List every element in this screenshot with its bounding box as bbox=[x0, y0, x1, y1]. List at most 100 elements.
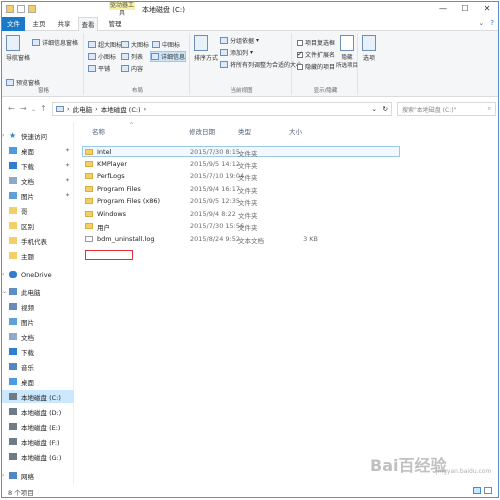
file-row[interactable]: Windows 2015/9/4 8:22 文件夹 bbox=[83, 209, 323, 220]
address-dropdown-icon[interactable]: ⌄ bbox=[372, 105, 377, 113]
properties-icon[interactable] bbox=[17, 5, 25, 13]
refresh-icon[interactable]: ↻ bbox=[383, 105, 388, 113]
computer-icon bbox=[9, 288, 17, 295]
breadcrumb-this-pc[interactable]: 此电脑 bbox=[73, 104, 93, 114]
breadcrumb-drive[interactable]: 本地磁盘 (C:) bbox=[101, 104, 141, 114]
file-row[interactable]: Program Files 2015/9/4 16:17 文件夹 bbox=[83, 184, 323, 195]
column-header-name[interactable]: 名称 bbox=[92, 126, 105, 136]
file-extensions-toggle[interactable]: 文件扩展名 bbox=[297, 50, 335, 59]
forward-arrow-icon[interactable]: → bbox=[20, 104, 27, 113]
nav-pane-icon bbox=[6, 35, 20, 51]
hide-selected-button[interactable]: 隐藏 所选项目 bbox=[336, 35, 358, 69]
group-show-hide-label: 显示/隐藏 bbox=[313, 88, 338, 94]
sidebar-item-quick-6[interactable]: 手机代表 bbox=[2, 234, 74, 247]
sort-by-button[interactable]: 排序方式 bbox=[194, 35, 218, 62]
documents-icon bbox=[9, 177, 17, 184]
layout-large-label: 大图标 bbox=[131, 42, 150, 49]
item-checkboxes-toggle[interactable]: 项目复选框 bbox=[297, 38, 335, 47]
add-columns-button[interactable]: 添加列 ▾ bbox=[220, 48, 253, 57]
file-date: 2015/9/4 8:22 bbox=[190, 209, 236, 218]
sidebar-item-quick-5[interactable]: 区别 bbox=[2, 219, 74, 232]
sidebar-item-pc-8[interactable]: 本地磁盘 (E:) bbox=[2, 420, 74, 433]
new-folder-icon[interactable] bbox=[28, 5, 36, 13]
back-arrow-icon[interactable]: ← bbox=[8, 104, 15, 113]
sidebar-item-quick-3[interactable]: 图片 ✦ bbox=[2, 189, 74, 202]
sidebar-item-quick-2[interactable]: 文档 ✦ bbox=[2, 174, 74, 187]
sidebar-this-pc[interactable]: ⌄ 此电脑 bbox=[2, 285, 74, 298]
sidebar-item-pc-9[interactable]: 本地磁盘 (F:) bbox=[2, 435, 74, 448]
maximize-button[interactable]: ☐ bbox=[454, 2, 476, 15]
large-icons-view-icon[interactable] bbox=[484, 487, 492, 494]
view-switcher bbox=[473, 487, 492, 494]
recent-dropdown-icon[interactable]: ⌄ bbox=[31, 106, 36, 113]
drive-icon bbox=[9, 438, 17, 445]
chevron-down-icon[interactable]: ⌄ bbox=[478, 19, 484, 27]
sidebar-network[interactable]: › 网络 bbox=[2, 469, 74, 482]
sidebar-item-pc-7[interactable]: 本地磁盘 (D:) bbox=[2, 405, 74, 418]
file-row[interactable]: KMPlayer 2015/9/5 14:12 文件夹 bbox=[83, 159, 323, 170]
music-icon bbox=[9, 363, 17, 370]
file-row[interactable]: Program Files (x86) 2015/9/5 12:35 文件夹 bbox=[83, 196, 323, 207]
tab-home[interactable]: 主页 bbox=[28, 17, 50, 31]
close-button[interactable]: ✕ bbox=[476, 2, 498, 15]
file-row[interactable]: 用户 2015/7/30 15:56 文件夹 bbox=[83, 221, 323, 232]
sidebar-item-pc-0[interactable]: 视频 bbox=[2, 300, 74, 313]
sidebar-item-pc-10[interactable]: 本地磁盘 (G:) bbox=[2, 450, 74, 463]
sidebar-onedrive[interactable]: › OneDrive bbox=[2, 268, 74, 281]
search-icon[interactable]: ⌕ bbox=[488, 105, 491, 113]
column-header-date[interactable]: 修改日期 bbox=[189, 126, 215, 136]
search-box[interactable]: 搜索"本地磁盘 (C:)" ⌕ bbox=[397, 102, 496, 116]
sidebar-item-pc-3[interactable]: 下载 bbox=[2, 345, 74, 358]
expand-arrow-icon[interactable]: ⌄ bbox=[2, 288, 8, 295]
drive-icon bbox=[9, 408, 17, 415]
layout-tiles[interactable]: 平铺 bbox=[88, 64, 110, 73]
file-row[interactable]: bdm_uninstall.log 2015/8/24 9:52 文本文档 3 KB bbox=[83, 234, 323, 245]
column-header-type[interactable]: 类型 bbox=[238, 126, 251, 136]
file-row[interactable]: PerfLogs 2015/7/10 19:04 文件夹 bbox=[83, 171, 323, 182]
layout-extra-large[interactable]: 超大图标 bbox=[88, 40, 122, 49]
expand-arrow-icon[interactable]: › bbox=[2, 271, 8, 278]
expand-arrow-icon[interactable]: › bbox=[2, 472, 8, 479]
layout-list[interactable]: 列表 bbox=[121, 52, 143, 61]
sidebar-item-label: 哥 bbox=[21, 207, 28, 216]
sidebar-item-pc-5[interactable]: 桌面 bbox=[2, 375, 74, 388]
folder-icon[interactable] bbox=[6, 5, 14, 13]
sidebar-item-pc-1[interactable]: 图片 bbox=[2, 315, 74, 328]
group-by-button[interactable]: 分组依据 ▾ bbox=[220, 36, 259, 45]
sidebar-quick-access[interactable]: › ★ 快速访问 bbox=[2, 129, 74, 142]
file-row[interactable]: Intel 2015/7/30 8:15 文件夹 bbox=[82, 146, 400, 158]
expand-arrow-icon[interactable]: › bbox=[2, 132, 8, 139]
title-bar: 驱动器工具 本地磁盘 (C:) — ☐ ✕ bbox=[2, 2, 498, 17]
hidden-items-toggle[interactable]: 隐藏的项目 bbox=[297, 62, 335, 71]
options-label: 选项 bbox=[362, 55, 375, 62]
address-bar[interactable]: › 此电脑 › 本地磁盘 (C:) › ⌄ ↻ bbox=[52, 102, 392, 116]
options-button[interactable]: 选项 bbox=[362, 35, 376, 62]
tab-manage[interactable]: 管理 bbox=[102, 17, 128, 31]
sidebar-item-quick-1[interactable]: 下载 ✦ bbox=[2, 159, 74, 172]
sidebar-item-pc-6[interactable]: 本地磁盘 (C:) bbox=[2, 390, 74, 403]
nav-pane-button[interactable]: 导航窗格 bbox=[6, 35, 30, 62]
sidebar-item-quick-4[interactable]: 哥 bbox=[2, 204, 74, 217]
size-all-columns-button[interactable]: 将所有列调整为合适的大小 bbox=[220, 60, 302, 69]
sidebar-item-quick-7[interactable]: 主题 bbox=[2, 249, 74, 262]
up-arrow-icon[interactable]: ↑ bbox=[40, 104, 47, 113]
tab-view[interactable]: 查看 bbox=[78, 17, 98, 32]
tab-share[interactable]: 共享 bbox=[53, 17, 75, 31]
sidebar-item-pc-4[interactable]: 音乐 bbox=[2, 360, 74, 373]
details-pane-button[interactable]: 详细信息窗格 bbox=[32, 38, 78, 47]
column-header-size[interactable]: 大小 bbox=[289, 126, 302, 136]
layout-medium[interactable]: 中图标 bbox=[152, 40, 180, 49]
layout-content[interactable]: 内容 bbox=[121, 64, 143, 73]
minimize-button[interactable]: — bbox=[432, 2, 454, 15]
file-date: 2015/9/4 16:17 bbox=[190, 184, 240, 193]
layout-large[interactable]: 大图标 bbox=[121, 40, 149, 49]
help-icon[interactable]: ? bbox=[490, 19, 494, 27]
details-view-icon[interactable] bbox=[473, 487, 481, 494]
layout-details[interactable]: 详细信息 bbox=[150, 51, 187, 62]
sidebar-item-quick-0[interactable]: 桌面 ✦ bbox=[2, 144, 74, 157]
layout-content-label: 内容 bbox=[131, 66, 144, 73]
layout-small[interactable]: 小图标 bbox=[88, 52, 116, 61]
tab-file[interactable]: 文件 bbox=[2, 17, 25, 31]
group-panes: 导航窗格 预览窗格 详细信息窗格 窗格 bbox=[4, 33, 84, 95]
sidebar-item-pc-2[interactable]: 文档 bbox=[2, 330, 74, 343]
